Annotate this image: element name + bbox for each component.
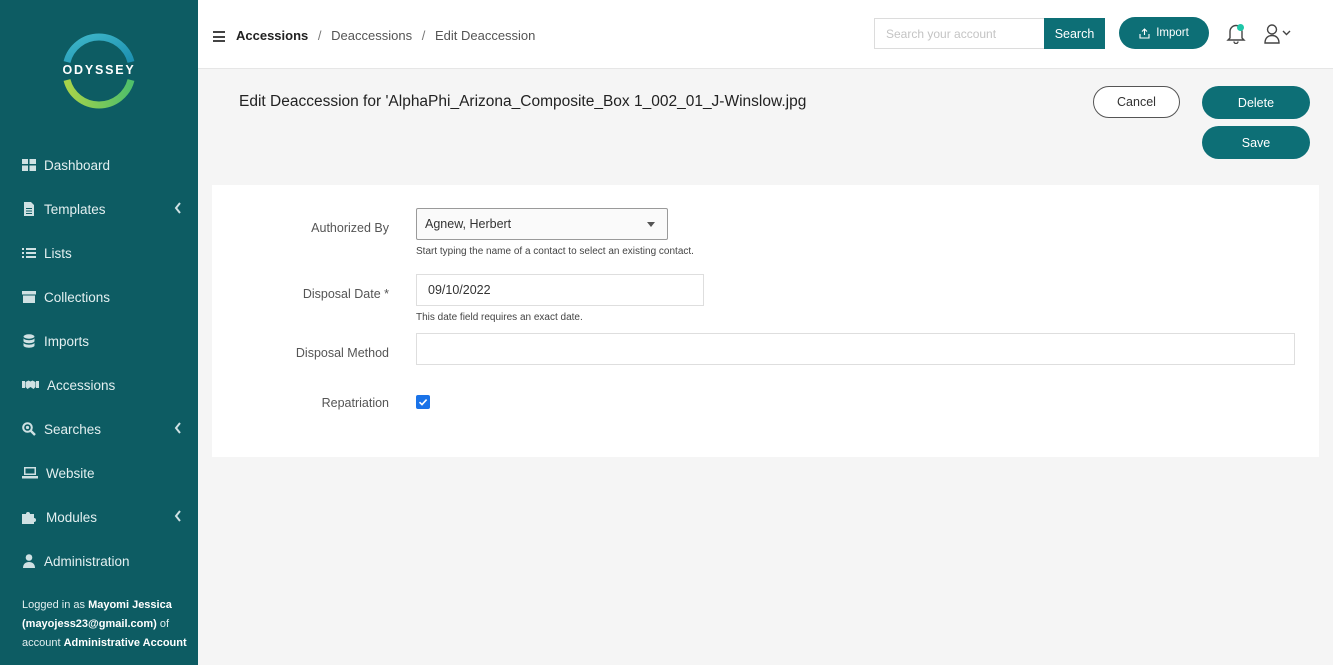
chevron-left-icon: [174, 202, 182, 214]
dashboard-icon: [22, 158, 36, 172]
archive-icon: [22, 290, 36, 304]
breadcrumb-deaccessions[interactable]: Deaccessions: [331, 28, 412, 43]
sidebar-item-dashboard[interactable]: Dashboard: [0, 143, 198, 187]
sidebar-item-label: Administration: [44, 553, 130, 569]
upload-icon: [1139, 27, 1150, 39]
sidebar-item-administration[interactable]: Administration: [0, 539, 198, 583]
sidebar-item-label: Imports: [44, 333, 90, 349]
notification-dot: [1237, 24, 1244, 31]
authorized-by-hint: Start typing the name of a contact to se…: [416, 246, 694, 257]
sidebar-nav: Dashboard Templates Lists Collections Im…: [0, 143, 198, 583]
database-icon: [22, 334, 36, 348]
brand-name: ODYSSEY: [62, 63, 136, 77]
sidebar-item-label: Templates: [44, 201, 106, 217]
top-bar: Accessions / Deaccessions / Edit Deacces…: [198, 0, 1333, 69]
sidebar-item-label: Website: [46, 465, 95, 481]
deaccession-form: Authorized By Agnew, Herbert Start typin…: [212, 185, 1319, 457]
login-account-name: Administrative Account: [63, 637, 187, 649]
login-user-email: (mayojess23@gmail.com): [22, 618, 157, 630]
sidebar-item-label: Collections: [44, 289, 111, 305]
sidebar: ODYSSEY Dashboard Templates Lists Collec…: [0, 0, 198, 665]
delete-button[interactable]: Delete: [1202, 86, 1310, 119]
checkmark-icon: [418, 399, 428, 406]
save-button[interactable]: Save: [1202, 126, 1310, 159]
import-button[interactable]: Import: [1119, 17, 1209, 49]
breadcrumb-accessions[interactable]: Accessions: [236, 28, 308, 43]
disposal-method-label: Disposal Method: [295, 346, 389, 360]
laptop-icon: [22, 466, 38, 480]
breadcrumb-separator: /: [421, 28, 426, 43]
authorized-by-value: Agnew, Herbert: [425, 217, 512, 231]
import-button-label: Import: [1156, 27, 1189, 39]
disposal-method-field[interactable]: [416, 333, 1295, 365]
login-user-name: Mayomi Jessica: [88, 599, 172, 611]
repatriation-checkbox[interactable]: [416, 395, 430, 409]
disposal-date-hint: This date field requires an exact date.: [416, 312, 583, 323]
breadcrumb-separator: /: [317, 28, 322, 43]
sidebar-item-website[interactable]: Website: [0, 451, 198, 495]
sidebar-item-label: Lists: [44, 245, 72, 261]
chevron-left-icon: [174, 422, 182, 434]
sidebar-item-templates[interactable]: Templates: [0, 187, 198, 231]
search-button[interactable]: Search: [1044, 18, 1105, 49]
disposal-date-label: Disposal Date *: [302, 287, 389, 301]
breadcrumb-edit-deaccession: Edit Deaccession: [434, 28, 536, 43]
sidebar-item-modules[interactable]: Modules: [0, 495, 198, 539]
repatriation-label: Repatriation: [321, 396, 389, 410]
page-title: Edit Deaccession for 'AlphaPhi_Arizona_C…: [239, 93, 807, 110]
user-icon: [22, 554, 36, 568]
sidebar-item-label: Dashboard: [44, 157, 111, 173]
authorized-by-label: Authorized By: [311, 221, 389, 235]
sidebar-item-label: Searches: [44, 421, 102, 437]
chevron-left-icon: [174, 510, 182, 522]
list-icon: [22, 246, 36, 260]
sidebar-item-label: Accessions: [47, 377, 116, 393]
breadcrumb: Accessions / Deaccessions / Edit Deacces…: [236, 28, 535, 43]
login-prefix: Logged in as: [22, 599, 85, 611]
authorized-by-select[interactable]: Agnew, Herbert: [416, 208, 668, 240]
sidebar-item-label: Modules: [46, 509, 98, 525]
user-account-icon[interactable]: [1264, 23, 1296, 45]
puzzle-icon: [22, 510, 38, 524]
sidebar-item-imports[interactable]: Imports: [0, 319, 198, 363]
file-icon: [22, 202, 36, 216]
disposal-date-field[interactable]: 09/10/2022: [416, 274, 704, 306]
odyssey-logo[interactable]: ODYSSEY: [58, 30, 140, 112]
cancel-button[interactable]: Cancel: [1093, 86, 1180, 118]
sidebar-item-collections[interactable]: Collections: [0, 275, 198, 319]
hamburger-menu-icon[interactable]: [213, 31, 225, 42]
search-icon: [22, 422, 36, 436]
caret-down-icon: [647, 222, 655, 227]
sidebar-item-searches[interactable]: Searches: [0, 407, 198, 451]
login-info: Logged in as Mayomi Jessica (mayojess23@…: [22, 596, 187, 653]
search-input[interactable]: [874, 18, 1045, 49]
sidebar-item-lists[interactable]: Lists: [0, 231, 198, 275]
sidebar-item-accessions[interactable]: Accessions: [0, 363, 198, 407]
handshake-icon: [22, 378, 39, 392]
